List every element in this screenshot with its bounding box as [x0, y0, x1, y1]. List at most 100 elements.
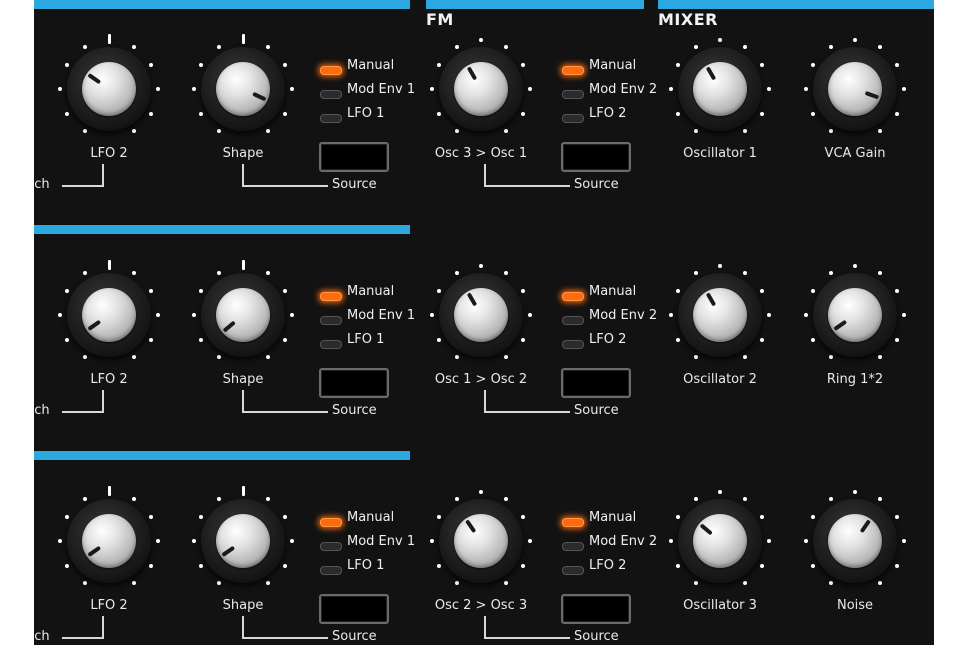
scale-dot: [760, 514, 765, 519]
scale-dot: [521, 514, 526, 519]
mixer-level-1-label: Oscillator 3: [683, 598, 757, 613]
source-bracket-line: [242, 411, 328, 413]
scale-dot: [192, 539, 196, 543]
knob-cap: [454, 514, 508, 568]
scale-dot: [198, 563, 203, 568]
scale-dot: [192, 87, 196, 91]
scale-dot: [149, 62, 154, 67]
scale-dot: [877, 355, 882, 360]
scale-dot: [828, 44, 833, 49]
section-bar-fm: [426, 0, 644, 9]
scale-dot: [436, 288, 441, 293]
scale-dot: [58, 87, 62, 91]
source-label: Source: [332, 629, 377, 644]
source-select-button-right[interactable]: [561, 142, 631, 172]
mod-source-option-label: Mod Env 2: [589, 82, 658, 97]
led-indicator: [562, 566, 584, 575]
scale-dot: [828, 355, 833, 360]
scale-dot: [82, 44, 87, 49]
scale-dot: [810, 111, 815, 116]
source-label: Source: [332, 177, 377, 192]
scale-dot: [877, 270, 882, 275]
mod-source-option-label: Manual: [347, 58, 395, 73]
scale-dot: [521, 111, 526, 116]
pitch-bracket-line: [62, 411, 104, 413]
scale-dot: [675, 563, 680, 568]
scale-dot: [64, 62, 69, 67]
scale-dot: [283, 337, 288, 342]
scale-dot: [503, 129, 508, 134]
scale-dot: [804, 87, 808, 91]
mixer-level-2-label: Ring 1*2: [826, 372, 884, 387]
mod-source-option-label: LFO 1: [347, 106, 385, 121]
led-indicator: [320, 566, 342, 575]
source-label: Source: [574, 629, 619, 644]
source-select-button-right[interactable]: [561, 594, 631, 624]
knob-cap: [454, 62, 508, 116]
scale-dot: [82, 129, 87, 134]
scale-dot: [198, 514, 203, 519]
mod-source-option-label: LFO 1: [347, 332, 385, 347]
source-label: Source: [574, 403, 619, 418]
scale-dot: [767, 87, 771, 91]
scale-dot: [283, 563, 288, 568]
scale-dot: [216, 270, 221, 275]
shape-label: Shape: [222, 598, 264, 613]
source-bracket-line: [484, 411, 570, 413]
fm-amount-label: Osc 3 > Osc 1: [434, 146, 528, 161]
fm-section-title: FM: [426, 10, 454, 29]
scale-dot: [82, 496, 87, 501]
mod-source-option-label: Manual: [347, 510, 395, 525]
scale-dot: [290, 313, 294, 317]
pitch-label: Pitch: [34, 403, 50, 418]
scale-dot: [675, 288, 680, 293]
source-bracket-line: [242, 390, 244, 412]
scale-dot: [64, 288, 69, 293]
scale-dot: [853, 38, 857, 42]
scale-dot: [198, 111, 203, 116]
source-select-button-left[interactable]: [319, 142, 389, 172]
source-bracket-line: [242, 185, 328, 187]
mixer-section-title: MIXER: [658, 10, 718, 29]
scale-dot: [528, 313, 532, 317]
pitch-bracket-line: [102, 390, 104, 412]
mod-source-option-label: Mod Env 1: [347, 308, 416, 323]
led-indicator-on: [562, 292, 584, 301]
scale-dot: [895, 514, 900, 519]
scale-dot: [804, 313, 808, 317]
source-bracket-line: [484, 390, 486, 412]
scale-dot: [82, 270, 87, 275]
scale-dot: [742, 355, 747, 360]
source-select-button-right[interactable]: [561, 368, 631, 398]
source-select-button-left[interactable]: [319, 594, 389, 624]
lfo2-amount-label: LFO 2: [90, 372, 128, 387]
pitch-label: Pitch: [34, 177, 50, 192]
scale-dot: [198, 62, 203, 67]
knob-cap: [693, 288, 747, 342]
scale-dot: [216, 355, 221, 360]
scale-dot: [828, 270, 833, 275]
scale-dot: [693, 270, 698, 275]
knob-cap: [82, 288, 136, 342]
scale-dot: [479, 38, 483, 42]
scale-dot: [290, 539, 294, 543]
scale-dot: [436, 111, 441, 116]
scale-dot: [528, 87, 532, 91]
scale-dot: [430, 87, 434, 91]
scale-dot: [64, 514, 69, 519]
source-select-button-left[interactable]: [319, 368, 389, 398]
scale-dot: [810, 337, 815, 342]
scale-dot: [767, 313, 771, 317]
source-bracket-line: [242, 637, 328, 639]
mod-source-option-label: LFO 2: [589, 558, 627, 573]
scale-dot: [810, 62, 815, 67]
source-label: Source: [332, 403, 377, 418]
pitch-bracket-line: [62, 185, 104, 187]
scale-dot: [64, 563, 69, 568]
scale-dot: [198, 337, 203, 342]
scale-dot: [810, 563, 815, 568]
scale-dot: [265, 270, 270, 275]
scale-dot: [718, 264, 722, 268]
knob-cap: [828, 288, 882, 342]
mod-source-option-label: LFO 2: [589, 332, 627, 347]
